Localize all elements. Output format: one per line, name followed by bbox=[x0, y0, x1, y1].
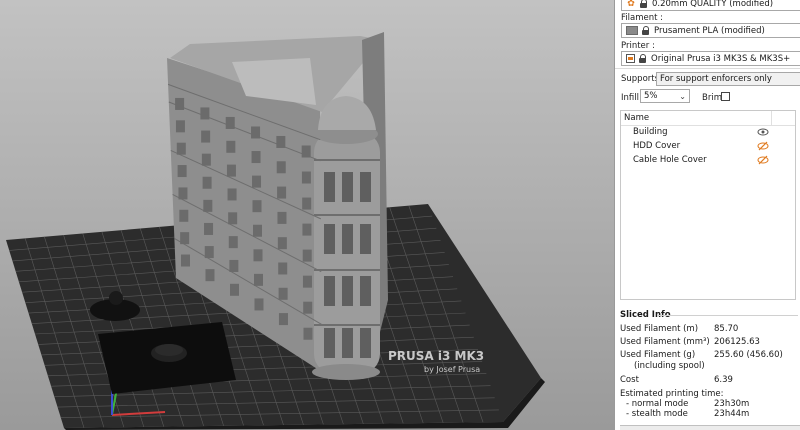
print-settings-combo[interactable]: ✿ 0.20mm QUALITY (modified) bbox=[621, 0, 800, 11]
object-name: Cable Hole Cover bbox=[633, 155, 707, 165]
printer-value: Original Prusa i3 MK3S & MK3S+ bbox=[651, 53, 791, 64]
object-list-header: Name bbox=[621, 111, 795, 126]
infill-value: 5% bbox=[644, 91, 658, 101]
bottom-bar bbox=[620, 425, 800, 430]
sliced-info-row: Used Filament (mm³) 206125.63 bbox=[620, 337, 760, 347]
infill-select[interactable]: 5% ⌄ bbox=[640, 89, 690, 103]
bed-brand-line2: by Josef Prusa bbox=[424, 365, 480, 374]
printer-label: Printer : bbox=[621, 41, 655, 51]
list-item[interactable]: Cable Hole Cover bbox=[621, 154, 795, 168]
gear-icon: ✿ bbox=[627, 0, 635, 9]
name-column-header[interactable]: Name bbox=[624, 113, 649, 123]
filament-label: Filament : bbox=[621, 13, 663, 23]
filament-combo[interactable]: Prusament PLA (modified) bbox=[621, 23, 800, 38]
object-list[interactable]: Name Building HDD Cover Cable Hole Cover bbox=[620, 110, 796, 300]
lock-icon bbox=[642, 26, 650, 35]
sliced-info-row: Used Filament (m) 85.70 bbox=[620, 324, 739, 334]
sliced-info-row: (including spool) bbox=[634, 361, 705, 371]
chevron-down-icon: ⌄ bbox=[679, 92, 686, 101]
eye-slash-icon[interactable] bbox=[757, 140, 769, 152]
3d-viewport[interactable]: PRUSA i3 MK3 by Josef Prusa bbox=[0, 0, 614, 430]
supports-select[interactable]: For support enforcers only bbox=[656, 72, 800, 86]
lock-icon bbox=[639, 54, 647, 63]
divider bbox=[615, 68, 800, 69]
bed-brand-line1: PRUSA i3 MK3 bbox=[388, 349, 484, 363]
filament-value: Prusament PLA (modified) bbox=[654, 25, 765, 36]
print-settings-value: 0.20mm QUALITY (modified) bbox=[652, 0, 774, 9]
eye-icon[interactable] bbox=[757, 126, 769, 138]
object-name: HDD Cover bbox=[633, 141, 681, 151]
sliced-info: Sliced Info Used Filament (m) 85.70 Used … bbox=[620, 308, 798, 428]
printer-icon bbox=[626, 54, 635, 63]
object-name: Building bbox=[633, 127, 668, 137]
sliced-info-row: Cost 6.39 bbox=[620, 375, 733, 385]
right-settings-panel: ✿ 0.20mm QUALITY (modified) Filament : P… bbox=[614, 0, 800, 430]
scene-canvas[interactable]: PRUSA i3 MK3 by Josef Prusa bbox=[0, 0, 614, 430]
list-item[interactable]: Building bbox=[621, 126, 795, 140]
printer-combo[interactable]: Original Prusa i3 MK3S & MK3S+ bbox=[621, 51, 800, 66]
list-item[interactable]: HDD Cover bbox=[621, 140, 795, 154]
infill-label: Infill: bbox=[621, 93, 642, 103]
filament-color-swatch[interactable] bbox=[626, 26, 638, 35]
supports-value: For support enforcers only bbox=[660, 74, 772, 84]
brim-checkbox[interactable] bbox=[721, 92, 730, 101]
sliced-info-row: - stealth mode 23h44m bbox=[626, 409, 750, 419]
eye-slash-icon[interactable] bbox=[757, 154, 769, 166]
lock-icon bbox=[640, 0, 648, 8]
